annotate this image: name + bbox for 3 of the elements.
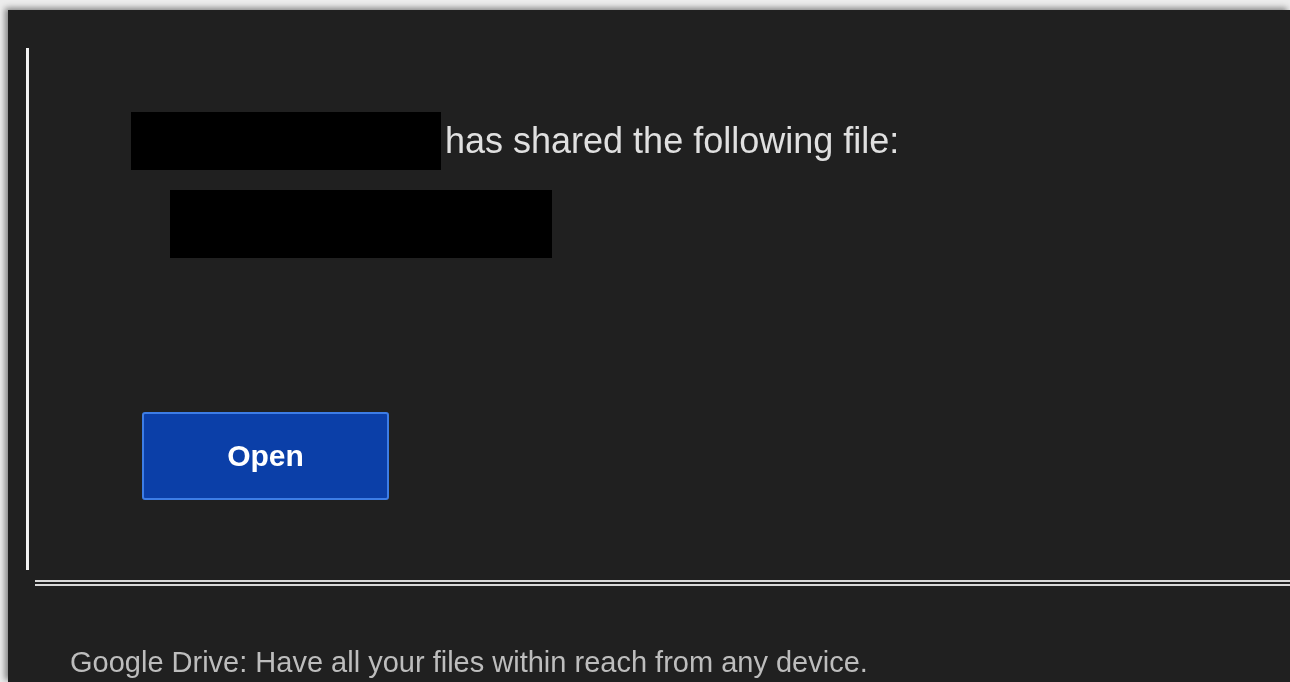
share-message: has shared the following file: (445, 119, 900, 163)
open-button[interactable]: Open (142, 412, 389, 500)
footer-text: Google Drive: Have all your files within reach from any device. (70, 646, 869, 679)
